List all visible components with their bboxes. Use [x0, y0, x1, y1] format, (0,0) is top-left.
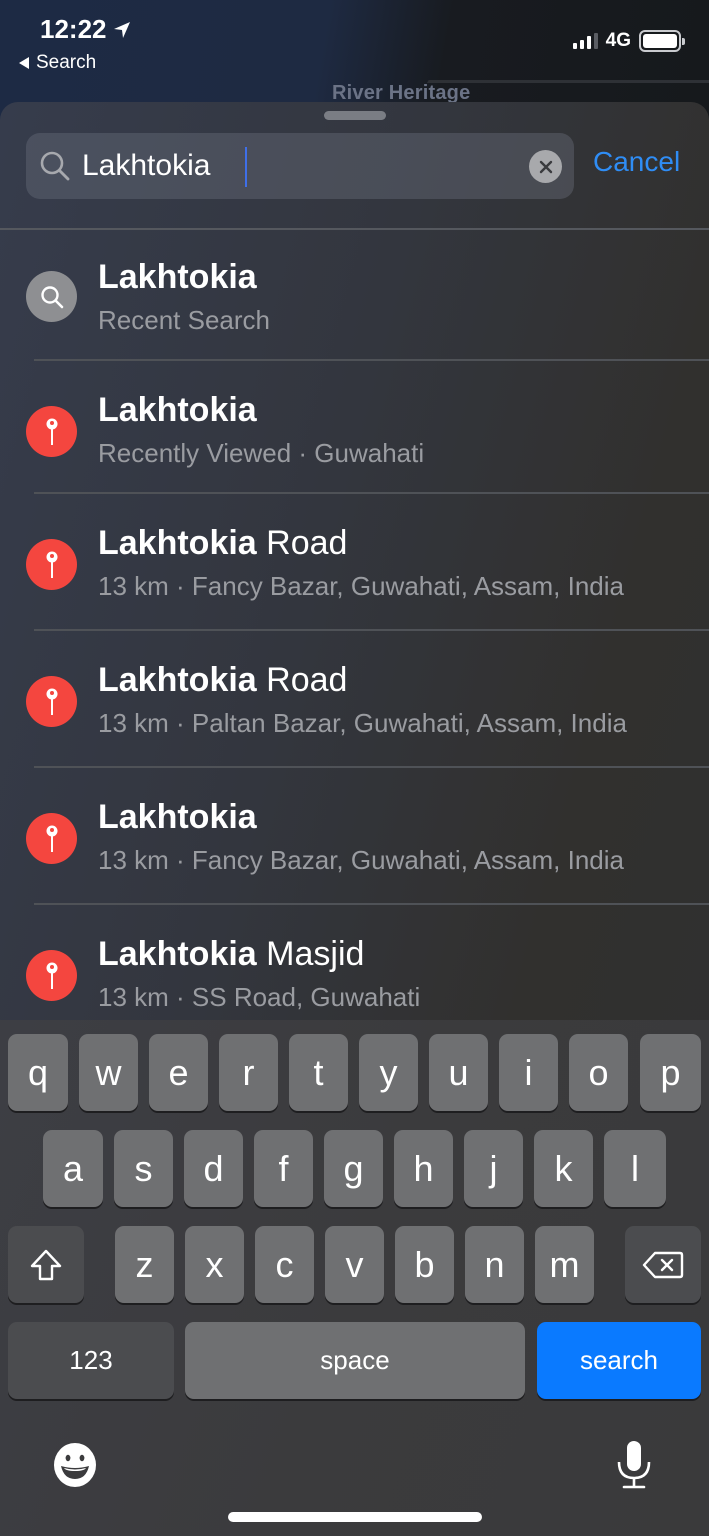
pin-icon [26, 950, 77, 1001]
result-subtitle: 13 km · Fancy Bazar, Guwahati, Assam, In… [98, 845, 625, 875]
key-w[interactable]: w [79, 1034, 138, 1111]
result-item[interactable]: Lakhtokia Road 13 km · Fancy Bazar, Guwa… [0, 494, 709, 631]
back-triangle-icon [19, 57, 29, 69]
key-j[interactable]: j [464, 1130, 523, 1207]
result-subtitle: 13 km · Paltan Bazar, Guwahati, Assam, I… [98, 708, 627, 738]
result-subtitle: Recent Search [98, 305, 270, 335]
key-a[interactable]: a [43, 1130, 103, 1207]
result-title: Lakhtokia Road [98, 661, 348, 699]
location-arrow-icon [113, 21, 130, 38]
keyboard: q w e r t y u i o p a s d f g h j k l z … [0, 1020, 709, 1536]
time-text: 12:22 [40, 14, 107, 44]
signal-icon [572, 33, 598, 49]
search-field[interactable] [26, 133, 574, 199]
key-o[interactable]: o [569, 1034, 628, 1111]
search-icon [26, 271, 77, 322]
result-title: Lakhtokia [98, 258, 257, 296]
key-c[interactable]: c [255, 1226, 314, 1303]
key-b[interactable]: b [395, 1226, 454, 1303]
search-key[interactable]: search [537, 1322, 701, 1399]
key-k[interactable]: k [534, 1130, 593, 1207]
status-time: 12:22 [40, 14, 131, 45]
key-g[interactable]: g [324, 1130, 383, 1207]
key-s[interactable]: s [114, 1130, 173, 1207]
emoji-icon [54, 1443, 96, 1487]
backspace-key[interactable] [625, 1226, 701, 1303]
result-item[interactable]: Lakhtokia Recent Search [0, 228, 709, 361]
backspace-icon [642, 1251, 684, 1278]
result-title: Lakhtokia [98, 391, 257, 429]
home-indicator[interactable] [228, 1512, 482, 1522]
key-l[interactable]: l [604, 1130, 666, 1207]
battery-icon [639, 30, 685, 52]
text-caret [245, 147, 247, 187]
key-x[interactable]: x [185, 1226, 244, 1303]
space-key[interactable]: space [185, 1322, 525, 1399]
result-subtitle: 13 km · Fancy Bazar, Guwahati, Assam, In… [98, 571, 625, 601]
key-n[interactable]: n [465, 1226, 524, 1303]
key-t[interactable]: t [289, 1034, 348, 1111]
search-input[interactable] [82, 133, 522, 199]
sheet-grabber[interactable] [324, 111, 386, 120]
dictation-button[interactable] [616, 1440, 652, 1495]
result-item[interactable]: Lakhtokia 13 km · Fancy Bazar, Guwahati,… [0, 768, 709, 905]
key-r[interactable]: r [219, 1034, 278, 1111]
result-subtitle: Recently Viewed · Guwahati [98, 438, 425, 468]
shift-key[interactable] [8, 1226, 84, 1303]
back-label: Search [36, 52, 97, 73]
emoji-button[interactable] [52, 1442, 98, 1493]
key-z[interactable]: z [115, 1226, 174, 1303]
key-i[interactable]: i [499, 1034, 558, 1111]
key-h[interactable]: h [394, 1130, 453, 1207]
key-e[interactable]: e [149, 1034, 208, 1111]
pin-icon [26, 676, 77, 727]
pin-icon [26, 406, 77, 457]
network-label: 4G [605, 30, 631, 51]
microphone-icon [617, 1441, 651, 1489]
status-indicators: 4G [572, 30, 685, 52]
result-title: Lakhtokia Road [98, 524, 348, 562]
key-f[interactable]: f [254, 1130, 313, 1207]
back-to-search-link[interactable]: Search [18, 52, 96, 74]
result-item[interactable]: Lakhtokia Road 13 km · Paltan Bazar, Guw… [0, 631, 709, 768]
pin-icon [26, 813, 77, 864]
results-list: Lakhtokia Recent Search Lakhtokia Recent… [0, 228, 709, 1042]
key-u[interactable]: u [429, 1034, 488, 1111]
key-m[interactable]: m [535, 1226, 594, 1303]
cancel-button[interactable]: Cancel [593, 146, 680, 178]
key-y[interactable]: y [359, 1034, 418, 1111]
search-icon [40, 151, 70, 181]
result-title: Lakhtokia Masjid [98, 935, 365, 973]
pin-icon [26, 539, 77, 590]
result-item[interactable]: Lakhtokia Recently Viewed · Guwahati [0, 361, 709, 494]
result-title: Lakhtokia [98, 798, 257, 836]
numbers-key[interactable]: 123 [8, 1322, 174, 1399]
clear-icon[interactable] [529, 150, 562, 183]
key-p[interactable]: p [640, 1034, 701, 1111]
shift-icon [30, 1249, 62, 1280]
key-q[interactable]: q [8, 1034, 68, 1111]
result-subtitle: 13 km · SS Road, Guwahati [98, 982, 421, 1012]
key-v[interactable]: v [325, 1226, 384, 1303]
key-d[interactable]: d [184, 1130, 243, 1207]
